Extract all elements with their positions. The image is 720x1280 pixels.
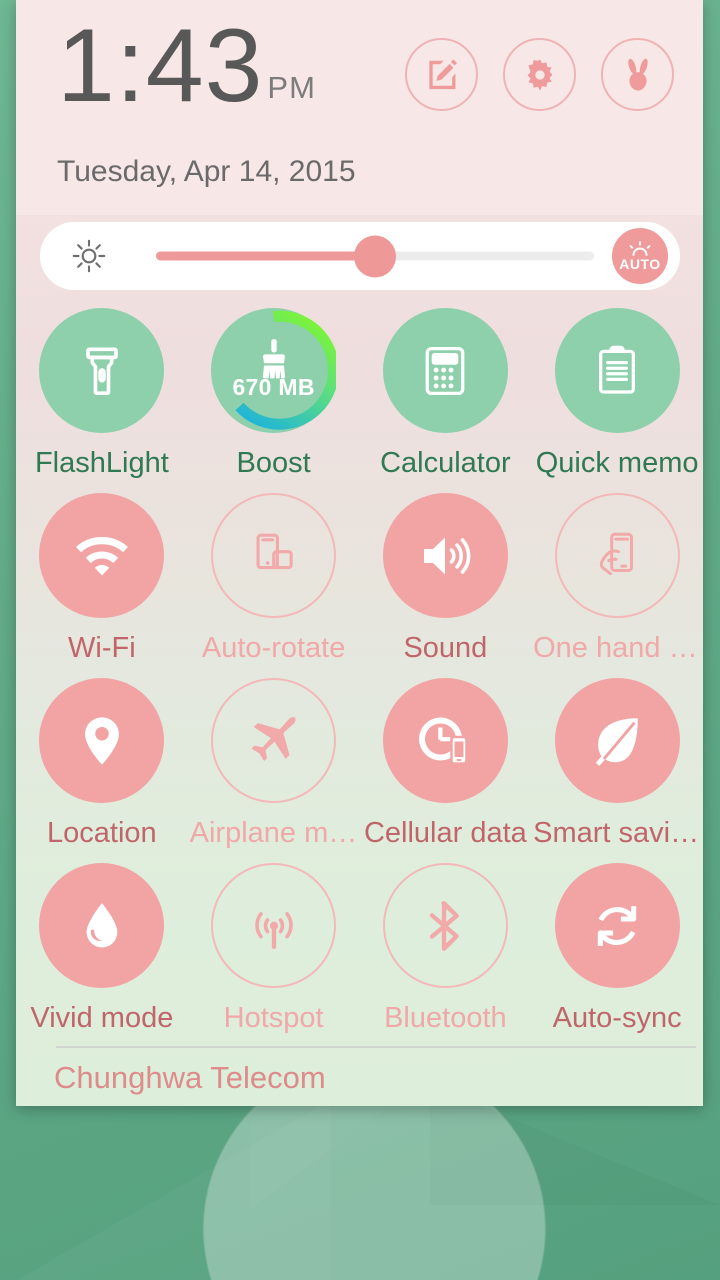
tile-boost[interactable]: 670 MB Boost (188, 308, 360, 493)
tile-circle[interactable] (39, 308, 165, 433)
tile-circle[interactable] (554, 493, 680, 618)
sync-icon (588, 897, 646, 955)
brightness-row: AUTO (40, 222, 680, 290)
tile-label: Hotspot (223, 1002, 324, 1034)
tile-label: Vivid mode (30, 1002, 174, 1034)
bluetooth-icon (416, 897, 474, 955)
clock-ampm: PM (267, 70, 316, 105)
speaker-icon (415, 526, 475, 586)
tile-circle[interactable] (39, 863, 165, 988)
quick-memo-shortcut[interactable] (405, 38, 478, 111)
auto-brightness-icon (627, 241, 653, 256)
tile-circle[interactable]: 670 MB (211, 308, 337, 433)
tile-label: Cellular data (363, 817, 527, 849)
tile-airplane-mode[interactable]: Airplane mo... (188, 678, 360, 863)
clipboard-icon (589, 343, 645, 399)
quick-settings-panel: 1:43 PM Tuesday, Apr 14, 2015 AUTO Flash… (16, 0, 703, 1106)
tile-wifi[interactable]: Wi-Fi (16, 493, 188, 678)
tile-vivid-mode[interactable]: Vivid mode (16, 863, 188, 1048)
rabbit-icon (619, 56, 657, 94)
auto-rotate-icon (245, 527, 303, 585)
wallpaper-facet-center (250, 1090, 410, 1210)
wifi-icon (72, 526, 132, 586)
leaf-icon (588, 712, 646, 770)
tile-circle[interactable] (211, 493, 337, 618)
tile-circle[interactable] (554, 678, 680, 803)
tile-hotspot[interactable]: Hotspot (188, 863, 360, 1048)
tile-circle[interactable] (382, 678, 508, 803)
brightness-sun-icon (70, 237, 108, 275)
quick-toggle-grid: FlashLight 670 MB Boost Calculator Quick… (16, 308, 703, 1048)
tile-location[interactable]: Location (16, 678, 188, 863)
tile-auto-sync[interactable]: Auto-sync (531, 863, 703, 1048)
tile-flashlight[interactable]: FlashLight (16, 308, 188, 493)
location-pin-icon (73, 712, 131, 770)
tile-bluetooth[interactable]: Bluetooth (360, 863, 532, 1048)
tile-circle[interactable] (382, 493, 508, 618)
tile-circle[interactable] (554, 863, 680, 988)
tile-circle[interactable] (39, 678, 165, 803)
tile-circle[interactable] (554, 308, 680, 433)
tile-sound[interactable]: Sound (360, 493, 532, 678)
settings-shortcut[interactable] (503, 38, 576, 111)
brightness-slider[interactable] (156, 235, 594, 277)
calculator-icon (417, 343, 473, 399)
brightness-bar: AUTO (40, 222, 680, 290)
clock-time: 1:43 (57, 8, 264, 124)
note-edit-icon (423, 56, 461, 94)
tile-label: Sound (403, 632, 488, 664)
tile-label: Calculator (380, 447, 511, 479)
zenui-assistant-shortcut[interactable] (601, 38, 674, 111)
gear-icon (522, 57, 558, 93)
panel-header: 1:43 PM Tuesday, Apr 14, 2015 (16, 0, 703, 215)
tile-auto-rotate[interactable]: Auto-rotate (188, 493, 360, 678)
tile-label: Location (47, 817, 157, 849)
flashlight-icon (73, 342, 131, 400)
tile-calculator[interactable]: Calculator (360, 308, 532, 493)
cellular-data-icon (415, 711, 475, 771)
tile-smart-saving[interactable]: Smart saving (531, 678, 703, 863)
tile-label: Quick memo (535, 447, 699, 479)
tile-circle[interactable] (211, 863, 337, 988)
tile-circle[interactable] (39, 493, 165, 618)
tile-label: One hand o... (533, 632, 702, 664)
tile-label: Auto-sync (552, 1002, 682, 1034)
tile-quick-memo[interactable]: Quick memo (531, 308, 703, 493)
tile-label: Airplane mo... (189, 817, 358, 849)
tile-label: Wi-Fi (68, 632, 136, 664)
brightness-fill (156, 251, 375, 261)
tile-label: FlashLight (34, 447, 169, 479)
tile-circle[interactable] (382, 863, 508, 988)
tile-label: Boost (236, 447, 311, 479)
boost-memory-badge: 670 MB (232, 374, 315, 400)
tile-label: Smart saving (533, 817, 702, 849)
tile-circle[interactable] (382, 308, 508, 433)
tile-circle[interactable] (211, 678, 337, 803)
water-drop-icon (74, 898, 130, 954)
airplane-icon (243, 710, 305, 772)
tile-label: Bluetooth (384, 1002, 507, 1034)
auto-brightness-button[interactable]: AUTO (612, 228, 668, 284)
brightness-thumb[interactable] (354, 235, 396, 277)
hotspot-icon (245, 897, 303, 955)
carrier-name: Chunghwa Telecom (54, 1060, 326, 1095)
header-shortcut-buttons (405, 38, 674, 111)
date-text: Tuesday, Apr 14, 2015 (57, 155, 356, 188)
clock[interactable]: 1:43 PM (57, 14, 316, 118)
tile-cellular-data[interactable]: Cellular data (360, 678, 532, 863)
tile-label: Auto-rotate (201, 632, 346, 664)
tile-one-hand-operation[interactable]: One hand o... (531, 493, 703, 678)
footer-divider (56, 1046, 696, 1048)
auto-brightness-label: AUTO (619, 256, 661, 272)
one-hand-icon (588, 527, 646, 585)
